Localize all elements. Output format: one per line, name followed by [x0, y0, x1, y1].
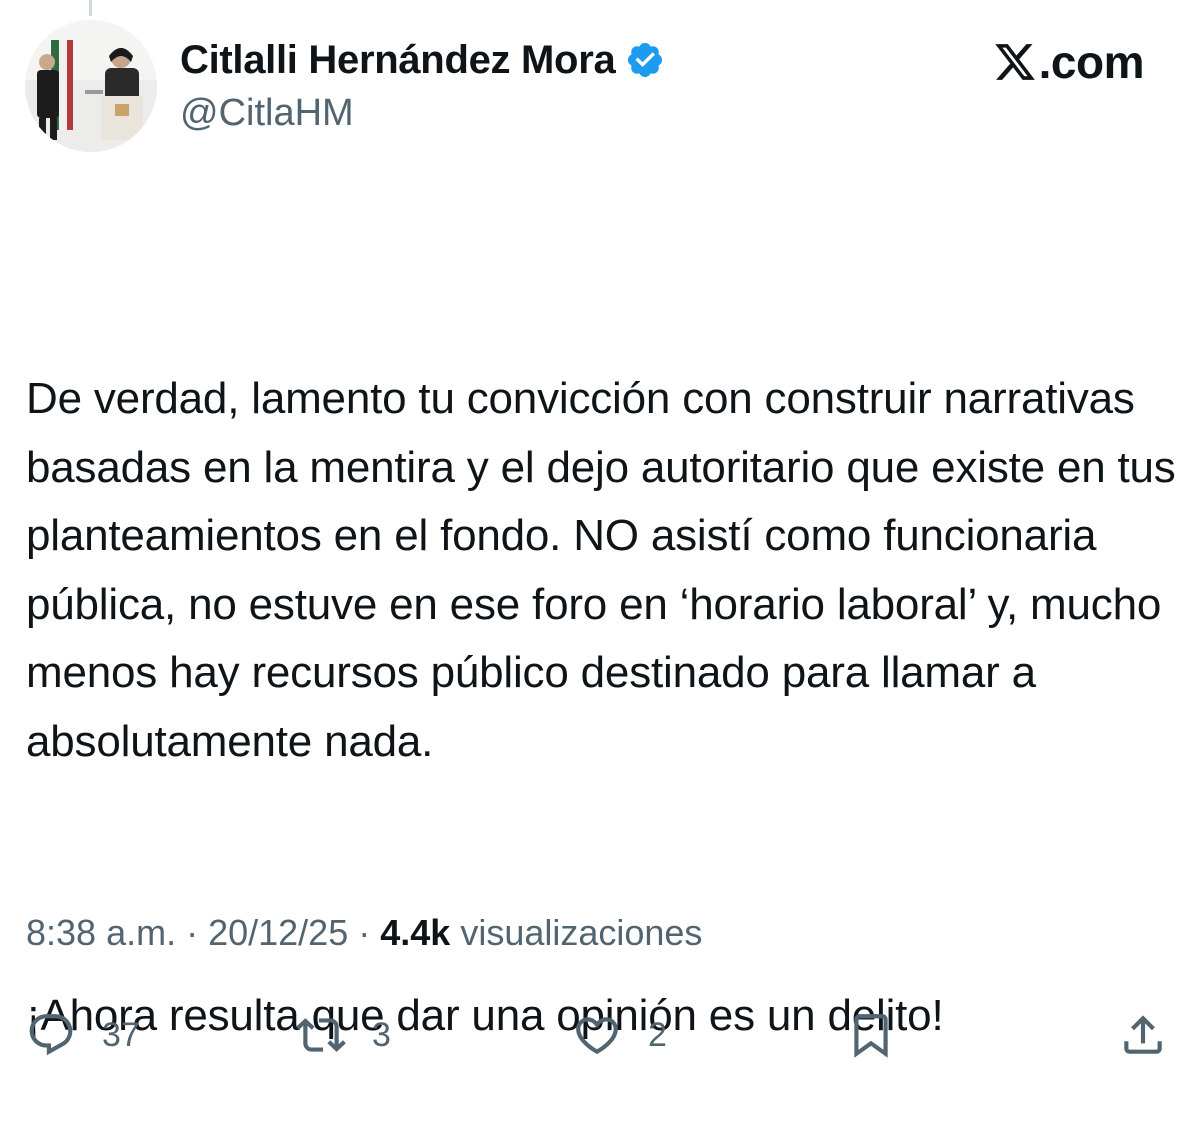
tweet-meta: 8:38 a.m. · 20/12/25 · 4.4k visualizacio…: [26, 912, 702, 954]
brand-domain-text: .com: [1038, 36, 1145, 88]
brand-logo: .com: [992, 34, 1145, 90]
share-icon: [1124, 1015, 1162, 1054]
reply-count: 37: [102, 1015, 140, 1054]
action-bar: 37 3 2: [0, 1000, 1200, 1070]
views-label: visualizaciones: [450, 912, 703, 953]
reply-button[interactable]: 37: [26, 1008, 140, 1062]
share-button[interactable]: [1118, 1008, 1168, 1062]
tweet-date[interactable]: 20/12/25: [208, 912, 348, 953]
like-count: 2: [648, 1015, 667, 1054]
like-icon: [576, 1017, 618, 1055]
meta-separator: ·: [176, 912, 209, 953]
tweet-paragraph-1: De verdad, lamento tu convicción con con…: [26, 374, 1188, 766]
author-handle[interactable]: @CitlaHM: [180, 92, 354, 135]
author-name-row: Citlalli Hernández Mora: [180, 32, 665, 88]
views-count: 4.4k: [380, 912, 451, 953]
repost-icon: [296, 1018, 346, 1052]
meta-separator: ·: [348, 912, 381, 953]
like-button[interactable]: 2: [572, 1008, 667, 1062]
repost-button[interactable]: 3: [296, 1008, 391, 1062]
tweet-time[interactable]: 8:38 a.m.: [26, 912, 176, 953]
bookmark-icon: [854, 1014, 888, 1058]
tweet-text: De verdad, lamento tu convicción con con…: [26, 228, 1176, 1119]
reply-icon: [29, 1014, 73, 1056]
avatar-photo-icon: [25, 20, 157, 152]
verified-badge-icon[interactable]: [625, 40, 665, 80]
author-display-name[interactable]: Citlalli Hernández Mora: [180, 38, 616, 83]
repost-count: 3: [372, 1015, 391, 1054]
bookmark-button[interactable]: [846, 1008, 896, 1062]
x-logo-icon: [994, 44, 1035, 80]
thread-connector-line: [89, 0, 92, 16]
avatar[interactable]: [25, 20, 157, 152]
